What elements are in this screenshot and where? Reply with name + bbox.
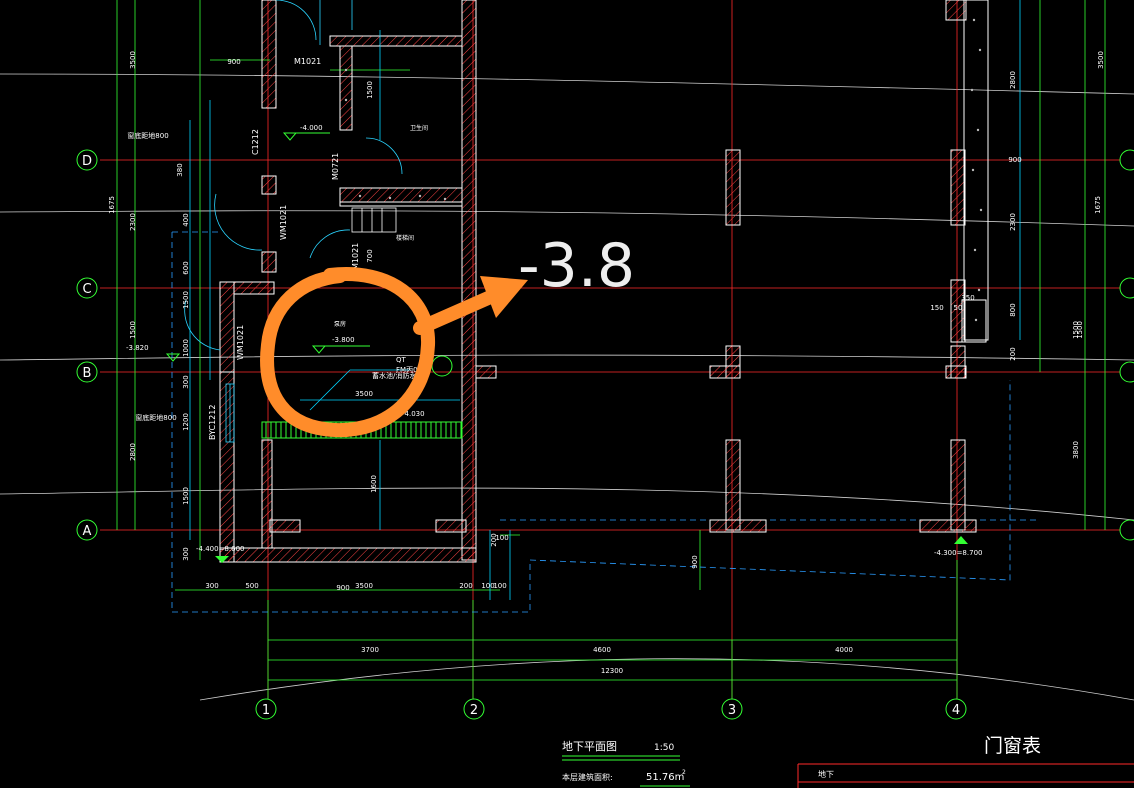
grid-axes-vertical (267, 0, 958, 700)
dim-left-380: 380 (176, 163, 184, 176)
area-sup: 2 (682, 769, 686, 776)
concrete-dots (344, 18, 983, 322)
dim-left-2300: 2300 (129, 213, 137, 231)
door-label-wm1021-b: WM1021 (236, 325, 245, 360)
door-label-byc1212: BYC1212 (208, 405, 217, 440)
dim-150: 150 (930, 304, 943, 312)
level--3.820: -3.820 (126, 344, 149, 352)
dim-100-b: 100 (493, 582, 506, 590)
door-label-m1021: M1021 (294, 57, 321, 66)
dim-top-900: 900 (227, 58, 240, 66)
door-label-c1212: C1212 (251, 129, 260, 155)
level--4.400: -4.400=8.600 (196, 545, 244, 553)
section-symbol (431, 355, 453, 377)
dim-left-1500: 1500 (129, 321, 137, 339)
dim-1600: 1600 (370, 475, 378, 493)
dim-bottom-4600: 4600 (593, 646, 611, 654)
table-row-label: 地下 (818, 769, 834, 779)
level--3.800: -3.800 (332, 336, 355, 344)
door-labels: M1021 M0721 M1021 C1212 WM1021 WM1021 BY… (208, 57, 431, 440)
dim-200-b: 200 (490, 533, 498, 546)
dim-50: 50 (954, 304, 963, 312)
dim-left-1000: 1000 (182, 339, 190, 357)
dim-right-3500: 3500 (1097, 51, 1105, 69)
concrete-walls (339, 0, 989, 343)
dim-right-200: 200 (1009, 347, 1017, 360)
dim-700: 700 (366, 249, 374, 262)
room-label-toilet: 卫生间 (410, 124, 428, 132)
dim-350: 350 (961, 294, 974, 302)
area-label: 本层建筑面积: (562, 772, 613, 782)
dim-left-1200: 1200 (182, 413, 190, 431)
dim-left-600: 600 (182, 261, 190, 274)
dim-right-3800: 3800 (1072, 441, 1080, 459)
dim-1500-top: 1500 (366, 81, 374, 99)
plan-scale: 1:50 (654, 743, 674, 753)
dim-right-2800: 2800 (1009, 71, 1017, 89)
window-note-2: 窗底距地800 (135, 413, 176, 422)
dim-1500-right: 1500 (1076, 321, 1084, 339)
grid-label-A: A (83, 524, 92, 539)
dim-left-1675: 1675 (108, 196, 116, 214)
grid-label-4: 4 (952, 703, 960, 718)
room-label-pump: 泵房 (334, 320, 346, 328)
door-label-m1021-b: M1021 (351, 243, 360, 270)
dim-detail-300: 300 (205, 582, 218, 590)
door-label-wm1021: WM1021 (279, 205, 288, 240)
grid-label-3: 3 (728, 703, 736, 718)
level--4.000: -4.000 (300, 124, 323, 132)
dim-left-1500b: 1500 (182, 487, 190, 505)
door-label-m0721: M0721 (331, 153, 340, 180)
annotation-arrow-shaft (413, 288, 502, 335)
window-note: 窗底距地800 (127, 131, 168, 140)
level-triangles (165, 132, 968, 563)
dim-right-900: 900 (1008, 156, 1021, 164)
dimension-text-right: 3500 2800 900 2300 800 1500 3800 1675 20… (1008, 51, 1105, 459)
room-label-stair: 楼梯间 (396, 234, 414, 242)
plan-title: 地下平面图 (562, 740, 617, 753)
grid-label-C: C (82, 282, 91, 297)
dim-detail-900: 900 (336, 584, 349, 592)
dim-bottom-3700: 3700 (361, 646, 379, 654)
dim-left-400: 400 (182, 213, 190, 226)
area-value: 51.76m (646, 772, 684, 783)
grid-label-D: D (82, 154, 92, 169)
dim-left-300: 300 (182, 375, 190, 388)
dim-left-300c: 300 (182, 547, 190, 560)
dim-right-2300: 2300 (1009, 213, 1017, 231)
dim-3500-room: 3500 (355, 390, 373, 398)
door-label-qt: QT (396, 356, 407, 364)
dim-right-800: 800 (1009, 303, 1017, 316)
grid-axes-horizontal (100, 159, 1125, 531)
dim-right-1675: 1675 (1094, 196, 1102, 214)
title-block: 地下平面图 1:50 本层建筑面积: 51.76m 2 门窗表 地下 (562, 735, 1134, 788)
annotation-value: -3.8 (518, 231, 635, 301)
grid-label-1: 1 (262, 703, 270, 718)
dim-900-b: 900 (691, 555, 699, 568)
grid-label-B: B (83, 366, 92, 381)
dim-detail-3500: 3500 (355, 582, 373, 590)
dim-left-3500: 3500 (129, 51, 137, 69)
dim-left-2800: 2800 (129, 443, 137, 461)
grid-label-2: 2 (470, 703, 478, 718)
dim-detail-200: 200 (459, 582, 472, 590)
dim-detail-500: 500 (245, 582, 258, 590)
door-window-table-title: 门窗表 (984, 735, 1041, 757)
dim-bottom-4000: 4000 (835, 646, 853, 654)
dim-bottom-12300: 12300 (601, 667, 623, 675)
level--4.300: -4.300=8.700 (934, 549, 982, 557)
cad-floor-plan-canvas: D C B A 1 2 3 4 3700 4600 4000 12300 300… (0, 0, 1134, 788)
dim-left-300b: 1500 (182, 291, 190, 309)
level-labels: -4.000 -3.800 -3.820 -4.400=8.600 -4.300… (126, 124, 982, 557)
dimension-text-left: 3500 1675 2300 1500 2800 380 400 600 100… (108, 51, 190, 561)
stair (351, 207, 397, 233)
annotation-circle (260, 267, 436, 438)
